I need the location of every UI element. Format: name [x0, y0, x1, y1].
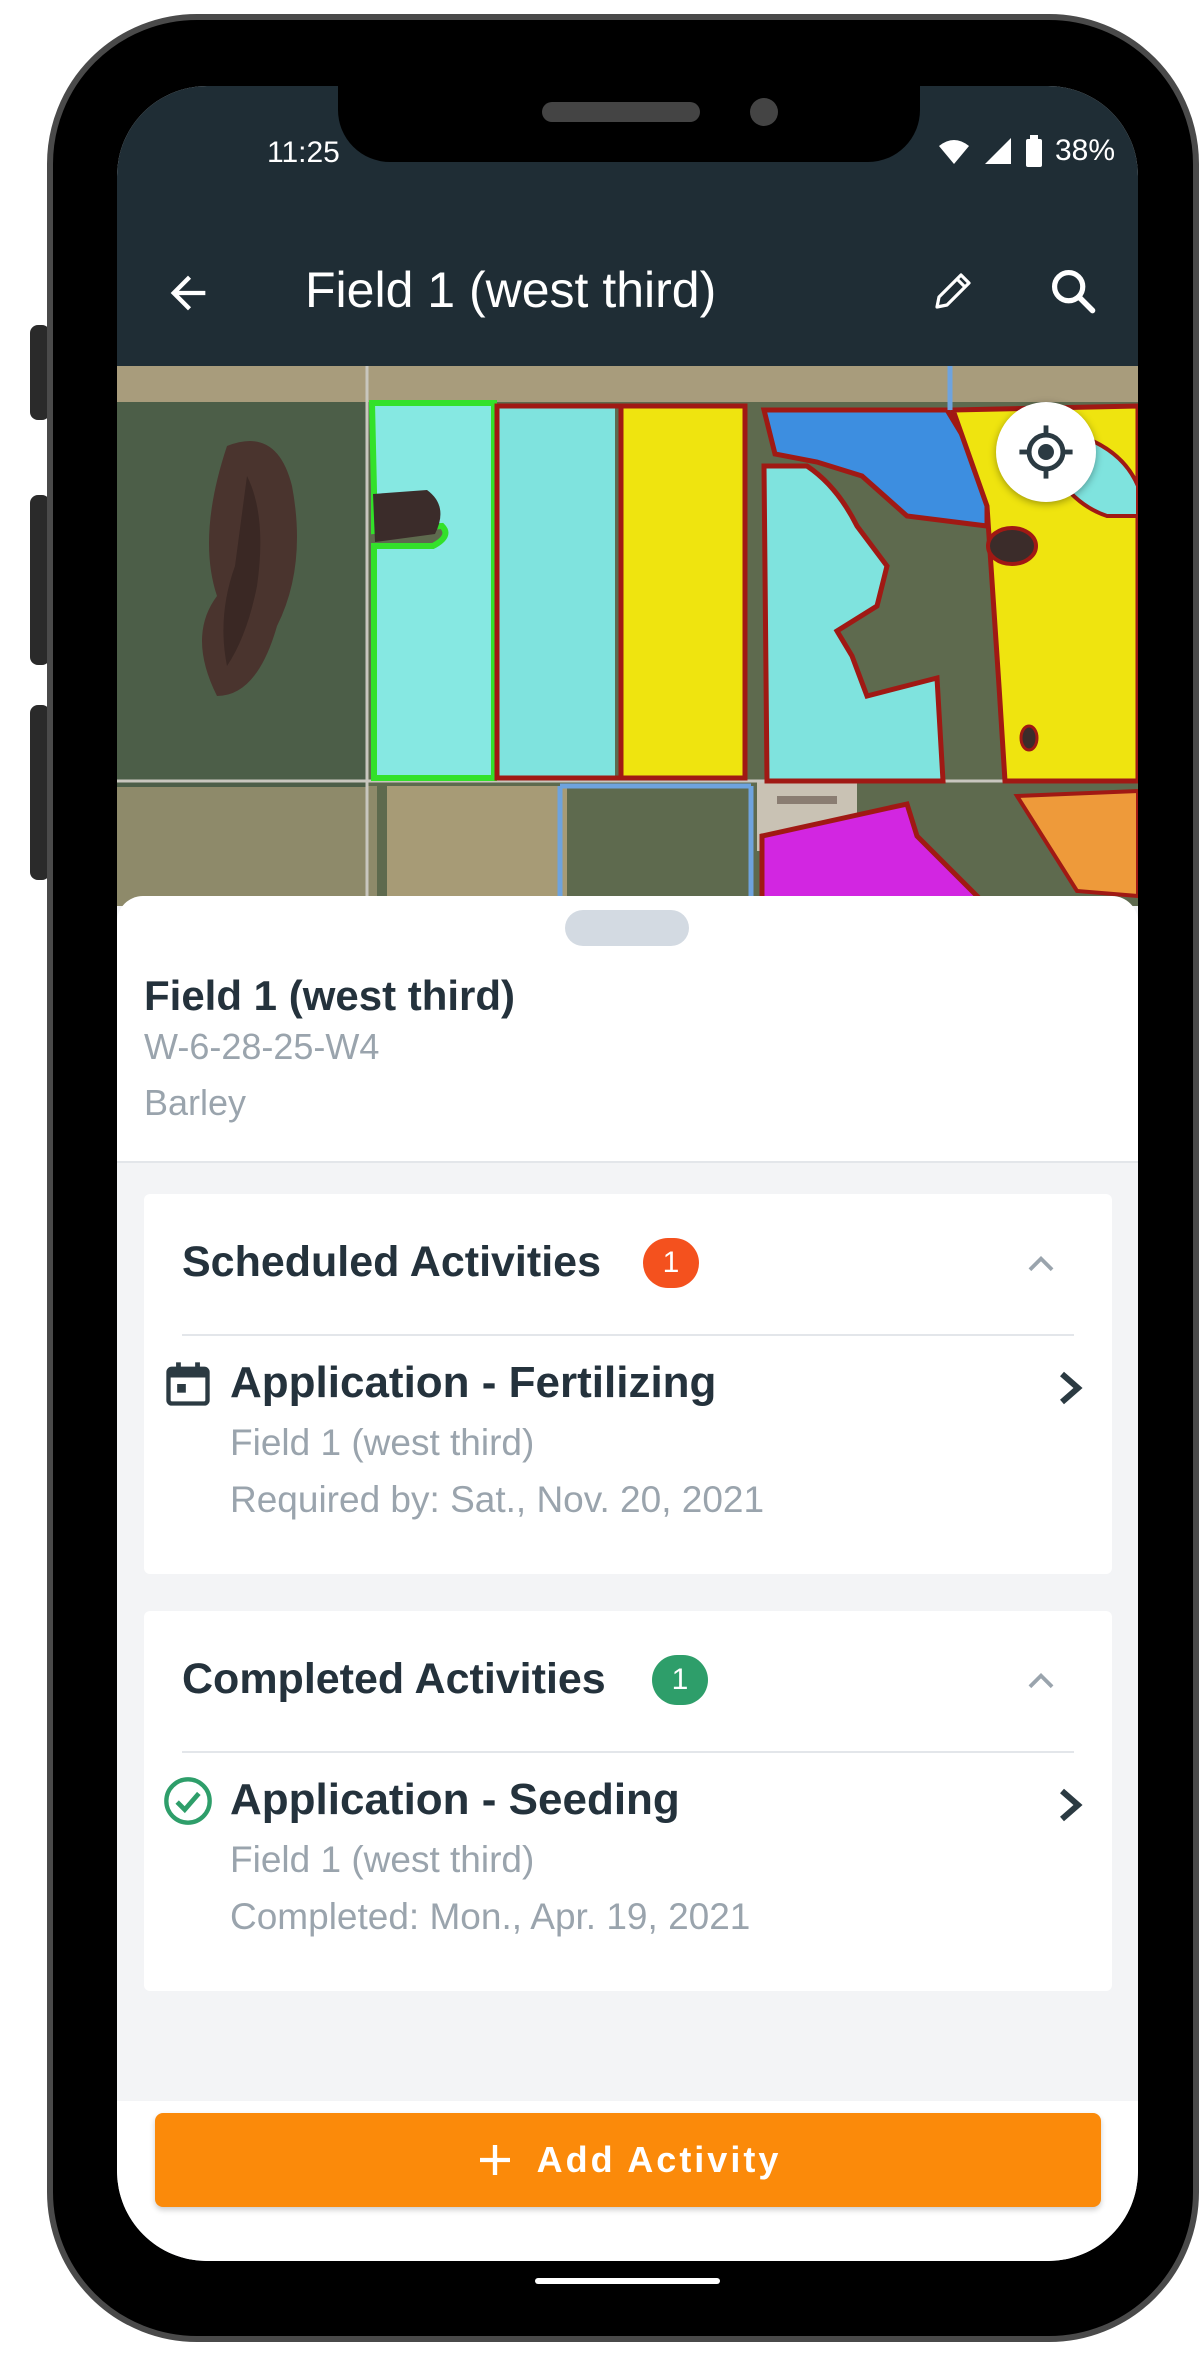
- battery-percent: 38%: [1055, 134, 1116, 167]
- front-camera: [750, 98, 778, 126]
- plus-icon: [479, 2145, 510, 2175]
- field-crop: Barley: [144, 1082, 247, 1123]
- scheduled-activity-field: Field 1 (west third): [230, 1422, 535, 1463]
- chevron-up-icon[interactable]: [1022, 1663, 1060, 1701]
- app-bar: Field 1 (west third): [117, 221, 1138, 366]
- scheduled-activity-item[interactable]: Application - Fertilizing Field 1 (west …: [144, 1334, 1112, 1534]
- sheet-drag-handle[interactable]: [565, 910, 689, 946]
- chevron-up-icon[interactable]: [1022, 1246, 1060, 1284]
- my-location-button[interactable]: [996, 402, 1096, 502]
- phone-notch: [338, 72, 920, 162]
- completed-activities-card: Completed Activities 1 Application - See…: [144, 1611, 1112, 1991]
- completed-activity-item[interactable]: Application - Seeding Field 1 (west thir…: [144, 1751, 1112, 1951]
- scheduled-count-badge: 1: [643, 1238, 699, 1288]
- search-icon[interactable]: [1047, 265, 1099, 317]
- completed-count-badge: 1: [652, 1655, 708, 1705]
- calendar-icon: [166, 1362, 210, 1406]
- scheduled-activity-date: Required by: Sat., Nov. 20, 2021: [230, 1479, 765, 1520]
- completed-activity-title: Application - Seeding: [230, 1775, 680, 1824]
- check-circle-icon: [164, 1777, 212, 1825]
- scheduled-activities-card: Scheduled Activities 1 Application - Fer…: [144, 1194, 1112, 1574]
- wifi-icon: [939, 140, 969, 164]
- field-legal-land-description: W-6-28-25-W4: [144, 1026, 380, 1067]
- crosshair-icon: [1019, 425, 1073, 479]
- add-activity-button[interactable]: Add Activity: [155, 2113, 1101, 2207]
- completed-activities-title: Completed Activities: [182, 1655, 606, 1703]
- scheduled-activities-header[interactable]: Scheduled Activities 1: [182, 1194, 1074, 1336]
- bottom-action-bar: Add Activity: [117, 2101, 1138, 2261]
- completed-activity-date: Completed: Mon., Apr. 19, 2021: [230, 1896, 751, 1937]
- back-arrow-icon[interactable]: [162, 267, 214, 319]
- page-title: Field 1 (west third): [305, 262, 717, 318]
- app-screen: 11:25 38% Field 1 (west third) Field 1 (…: [117, 86, 1138, 2261]
- speaker: [542, 102, 700, 122]
- status-icons: 38%: [937, 134, 1115, 168]
- pencil-icon[interactable]: [929, 267, 977, 315]
- completed-activity-field: Field 1 (west third): [230, 1839, 535, 1880]
- field-name: Field 1 (west third): [144, 972, 516, 1019]
- field-map[interactable]: [117, 366, 1138, 906]
- add-activity-label: Add Activity: [536, 2139, 782, 2180]
- scheduled-activities-title: Scheduled Activities: [182, 1238, 601, 1286]
- battery-icon: [1026, 135, 1042, 167]
- chevron-right-icon[interactable]: [1054, 1785, 1086, 1825]
- status-time: 11:25: [267, 136, 340, 169]
- completed-activities-header[interactable]: Completed Activities 1: [182, 1611, 1074, 1753]
- map-canvas[interactable]: [117, 366, 1138, 906]
- scheduled-activity-title: Application - Fertilizing: [230, 1358, 717, 1407]
- home-indicator[interactable]: [535, 2278, 720, 2284]
- field-info-sheet: Field 1 (west third) W-6-28-25-W4 Barley: [117, 896, 1138, 1163]
- signal-icon: [985, 138, 1011, 164]
- chevron-right-icon[interactable]: [1054, 1368, 1086, 1408]
